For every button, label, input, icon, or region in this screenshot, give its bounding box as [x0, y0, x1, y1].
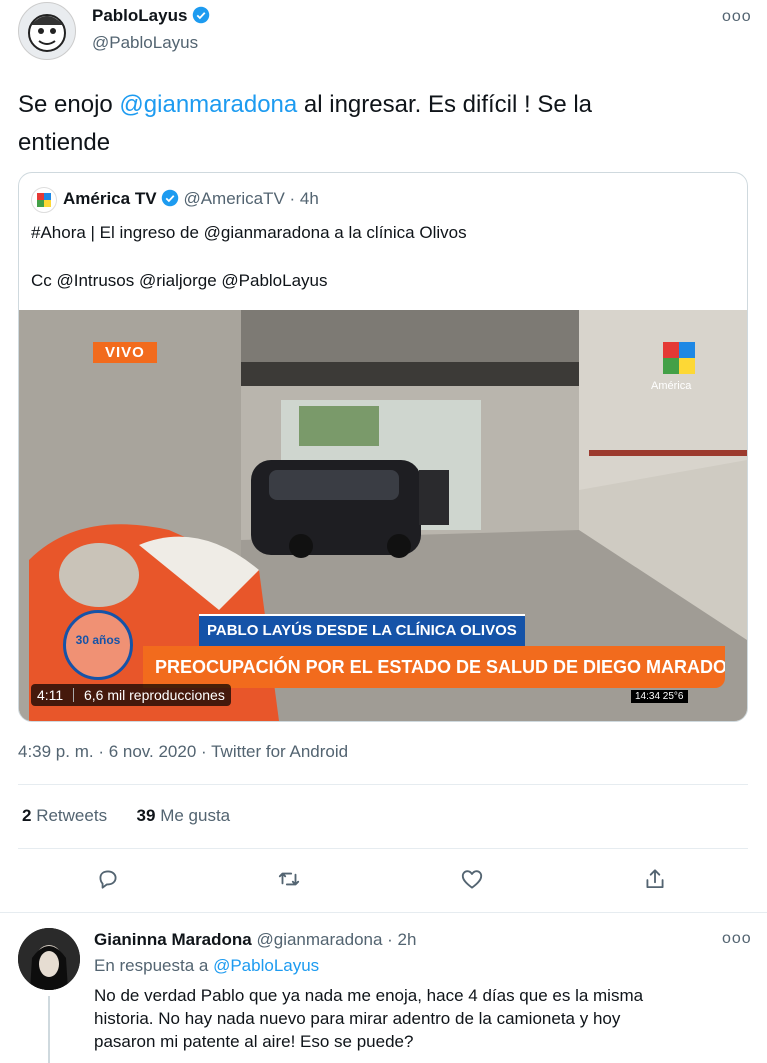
quoted-avatar[interactable]	[31, 187, 57, 213]
retweets-count: 2	[22, 806, 32, 825]
thread-line	[48, 996, 50, 1063]
in-reply-handle[interactable]: @PabloLayus	[213, 956, 319, 975]
reply-icon	[99, 870, 117, 889]
share-button[interactable]	[642, 866, 672, 896]
quoted-handle-time[interactable]: @AmericaTV · 4h	[183, 189, 318, 208]
video-duration: 4:11	[37, 687, 64, 703]
verified-badge-icon	[161, 189, 179, 207]
share-icon	[646, 869, 664, 889]
reply-handle-time[interactable]: @gianmaradona · 2h	[256, 930, 416, 949]
channel-logo-text: América	[651, 380, 692, 392]
america-logo-icon	[37, 193, 51, 207]
reply-author-avatar[interactable]	[18, 928, 80, 990]
retweet-button[interactable]	[276, 866, 306, 896]
author-avatar[interactable]	[18, 2, 76, 60]
verified-badge-icon	[192, 6, 210, 24]
author-name[interactable]: PabloLayus	[92, 6, 187, 25]
anniversary-logo-text: 30 años	[75, 633, 121, 647]
retweets-stat[interactable]: 2 Retweets	[22, 806, 112, 825]
reply-more-options-icon[interactable]: ooo	[722, 930, 752, 948]
tweet-stats: 2 Retweets 39 Me gusta	[22, 806, 230, 826]
quoted-author-name[interactable]: América TV	[63, 189, 157, 208]
tweet-text-prefix: Se enojo	[18, 91, 120, 118]
in-reply-prefix: En respuesta a	[94, 956, 214, 975]
quoted-tweet[interactable]: América TV @AmericaTV · 4h #Ahora | El i…	[18, 172, 748, 722]
more-options-icon[interactable]: ooo	[722, 8, 752, 26]
tweet-text-rest: al ingresar. Es difícil ! Se la	[297, 91, 593, 118]
reply-text-line3: pasaron mi patente al aire! Eso se puede…	[94, 1032, 414, 1051]
in-reply-to: En respuesta a @PabloLayus	[94, 956, 319, 976]
tweet-text: Se enojo @gianmaradona al ingresar. Es d…	[18, 86, 748, 162]
channel-logo	[659, 340, 699, 380]
video-views: 6,6 mil reproducciones	[84, 687, 225, 703]
reply-text-line2: historia. No hay nada nuevo para mirar a…	[94, 1009, 621, 1028]
live-badge: VIVO	[93, 342, 157, 363]
quoted-text-line2: Cc @Intrusos @rialjorge @PabloLayus	[31, 271, 328, 290]
tweet-text-line2: entiende	[18, 129, 111, 156]
likes-stat[interactable]: 39 Me gusta	[137, 806, 231, 825]
reply-text: No de verdad Pablo que ya nada me enoja,…	[94, 984, 643, 1053]
like-button[interactable]	[459, 866, 489, 896]
mention-link[interactable]: @gianmaradona	[119, 91, 297, 118]
quoted-text-line1: #Ahora | El ingreso de @gianmaradona a l…	[31, 223, 467, 242]
video-player[interactable]: VIVO América 30 años PABLO LAYÚS DESDE L…	[19, 310, 747, 721]
heart-icon	[461, 870, 483, 889]
reply-author-name[interactable]: Gianinna Maradona	[94, 930, 252, 949]
reply-button[interactable]	[95, 866, 125, 896]
likes-label: Me gusta	[160, 806, 231, 825]
lower-third-top: PABLO LAYÚS DESDE LA CLÍNICA OLIVOS	[199, 614, 525, 646]
on-air-clock: 14:34 25°6	[631, 690, 688, 703]
lower-third-main: PREOCUPACIÓN POR EL ESTADO DE SALUD DE D…	[143, 646, 725, 688]
reply-text-line1: No de verdad Pablo que ya nada me enoja,…	[94, 986, 644, 1005]
likes-count: 39	[136, 806, 156, 825]
retweets-label: Retweets	[36, 806, 108, 825]
video-duration-badge: 4:11 6,6 mil reproducciones	[31, 684, 231, 706]
retweet-icon	[278, 872, 300, 886]
author-handle[interactable]: @PabloLayus	[92, 33, 198, 53]
anniversary-logo: 30 años	[63, 610, 133, 680]
tweet-timestamp[interactable]: 4:39 p. m. · 6 nov. 2020 · Twitter for A…	[18, 742, 348, 762]
